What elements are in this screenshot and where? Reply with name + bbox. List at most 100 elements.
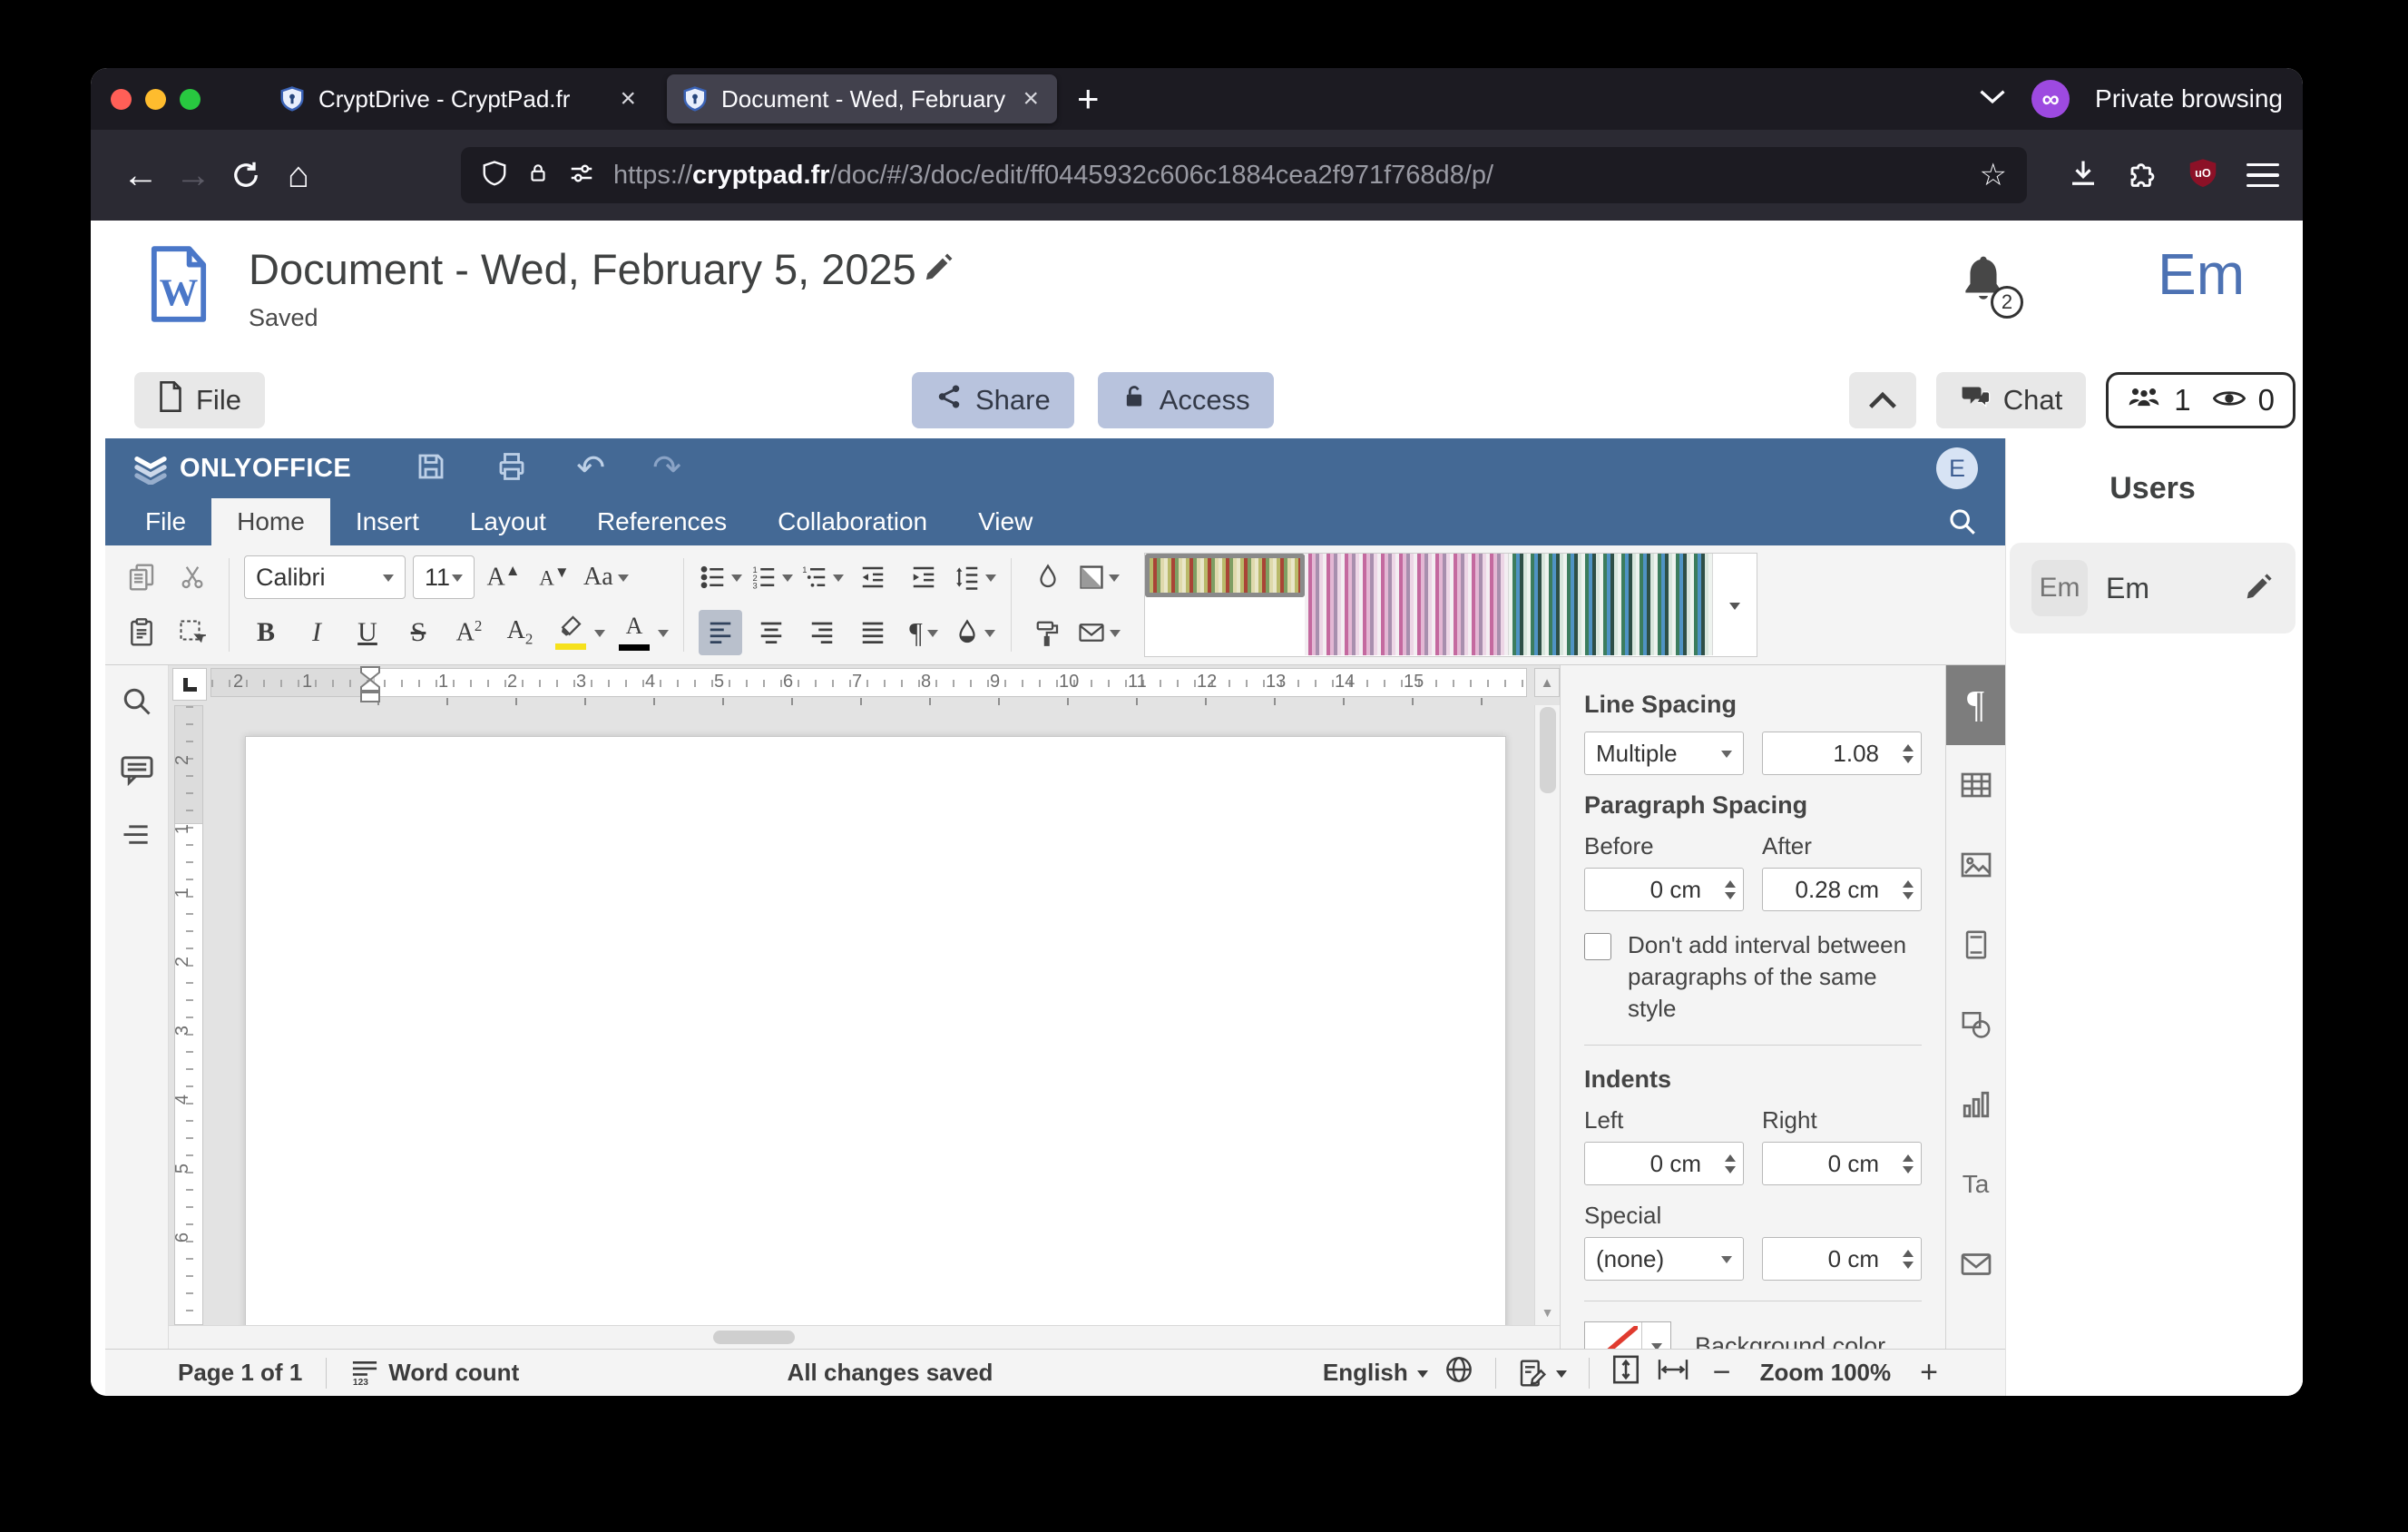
ublock-origin-icon[interactable]: uO [2187,156,2219,195]
gallery-expand-button[interactable] [1713,554,1757,656]
zoom-in-button[interactable]: + [1913,1355,1945,1390]
maximize-window-button[interactable] [180,89,201,110]
zoom-out-button[interactable]: − [1706,1355,1738,1390]
tab-document[interactable]: Document - Wed, February 5, 2025 × [667,74,1057,123]
vertical-ruler[interactable]: 21123456 [174,705,203,1325]
horizontal-ruler[interactable]: 21123456789101112131415 [210,668,1527,697]
spinner-up-icon[interactable] [1903,1154,1914,1162]
italic-icon[interactable]: I [295,610,338,655]
scroll-up-button[interactable]: ▲ [1534,668,1560,697]
align-right-icon[interactable] [800,610,844,655]
image-settings-icon[interactable] [1946,825,2005,905]
editor-user-avatar[interactable]: E [1936,447,1978,489]
scrollbar-thumb[interactable] [1540,707,1556,793]
copy-icon[interactable] [120,555,163,600]
minimize-window-button[interactable] [145,89,166,110]
permissions-icon[interactable] [568,160,595,192]
line-spacing-select[interactable]: Multiple [1584,732,1744,775]
back-button[interactable]: ← [114,149,167,201]
cut-icon[interactable] [171,555,214,600]
connection-lock-icon[interactable] [526,160,550,192]
interval-checkbox[interactable] [1584,933,1611,960]
menu-tab-layout[interactable]: Layout [445,498,572,545]
change-case-icon[interactable]: Aa [583,555,629,600]
copy-style-roller-icon[interactable] [1026,610,1070,655]
spinner-up-icon[interactable] [1903,880,1914,888]
menu-tab-insert[interactable]: Insert [330,498,445,545]
paragraph-settings-icon[interactable]: ¶ [1946,665,2005,745]
background-color-swatch[interactable] [1584,1321,1671,1349]
save-icon[interactable] [415,450,447,487]
decrease-font-icon[interactable]: A▼ [533,555,576,600]
rename-pencil-icon[interactable] [924,251,954,287]
textart-settings-icon[interactable]: Ta [1946,1144,2005,1224]
bookmark-star-icon[interactable]: ☆ [1980,157,2007,193]
scrollbar-thumb[interactable] [713,1331,795,1344]
spinner-up-icon[interactable] [1725,880,1736,888]
spinner-down-icon[interactable] [1903,1262,1914,1269]
strikethrough-icon[interactable]: S [396,610,440,655]
collapse-toolbar-button[interactable] [1849,372,1916,428]
page-indicator[interactable]: Page 1 of 1 [178,1359,302,1387]
menu-tab-references[interactable]: References [572,498,752,545]
chat-button[interactable]: Chat [1936,372,2086,428]
rename-user-pencil-icon[interactable] [2245,572,2274,605]
editing-mode-select[interactable] [1518,1359,1567,1388]
paragraph-shading-icon[interactable] [953,610,996,655]
close-tab-icon[interactable]: × [616,83,640,114]
spinner-up-icon[interactable] [1903,1250,1914,1257]
scroll-down-button[interactable]: ▼ [1535,1300,1560,1325]
file-drawer-button[interactable]: File [134,372,265,428]
table-settings-icon[interactable] [1946,745,2005,825]
headers-footers-settings-icon[interactable] [1946,905,2005,985]
mailmerge-settings-icon[interactable] [1946,1224,2005,1304]
account-avatar[interactable]: Em [2158,241,2245,308]
undo-icon[interactable]: ↶ [576,451,605,486]
underline-icon[interactable]: U [346,610,389,655]
numbered-list-icon[interactable]: 123 [749,555,793,600]
special-indent-select[interactable]: (none) [1584,1237,1744,1281]
close-window-button[interactable] [111,89,132,110]
fit-page-icon[interactable] [1611,1354,1640,1391]
style-scheme-1[interactable] [1145,554,1305,597]
word-count-button[interactable]: 123 Word count [350,1359,519,1387]
clear-style-icon[interactable] [1026,555,1070,600]
paste-icon[interactable] [120,610,163,655]
justify-icon[interactable] [851,610,895,655]
decrease-indent-icon[interactable] [851,555,895,600]
select-all-icon[interactable] [171,610,214,655]
spinner-down-icon[interactable] [1725,892,1736,899]
chart-settings-icon[interactable] [1946,1065,2005,1144]
close-tab-icon[interactable]: × [1019,83,1042,114]
menu-tab-view[interactable]: View [953,498,1058,545]
share-button[interactable]: Share [912,372,1074,428]
forward-button[interactable]: → [167,149,220,201]
page-zone[interactable] [203,705,1534,1325]
new-tab-button[interactable]: + [1077,80,1100,118]
document-title[interactable]: Document - Wed, February 5, 2025 [249,244,916,294]
list-tabs-chevron-icon[interactable] [1979,88,2006,111]
menu-tab-home[interactable]: Home [211,498,330,545]
align-center-icon[interactable] [749,610,793,655]
fit-width-icon[interactable] [1657,1356,1689,1390]
align-left-icon[interactable] [699,610,742,655]
font-size-select[interactable]: 11 [413,555,475,599]
reload-button[interactable] [220,149,272,201]
mail-merge-icon[interactable] [1077,610,1121,655]
indent-left-spinner[interactable]: 0 cm [1584,1142,1744,1185]
spacing-before-spinner[interactable]: 0 cm [1584,868,1744,911]
borders-shading-icon[interactable] [1077,555,1121,600]
nonprinting-characters-icon[interactable]: ¶ [902,610,945,655]
url-bar[interactable]: https://cryptpad.fr/doc/#/3/doc/edit/ff0… [461,147,2027,203]
vertical-scrollbar[interactable]: ▼ [1534,705,1560,1325]
print-icon[interactable] [494,450,529,487]
editor-search-icon[interactable] [1947,498,1991,545]
indent-right-spinner[interactable]: 0 cm [1762,1142,1922,1185]
bold-icon[interactable]: B [244,610,288,655]
increase-font-icon[interactable]: A▲ [482,555,525,600]
notifications-bell-icon[interactable]: 2 [1958,255,2012,313]
tracking-shield-icon[interactable] [481,159,508,192]
increase-indent-icon[interactable] [902,555,945,600]
menu-tab-file[interactable]: File [120,498,211,545]
home-button[interactable]: ⌂ [272,149,325,201]
